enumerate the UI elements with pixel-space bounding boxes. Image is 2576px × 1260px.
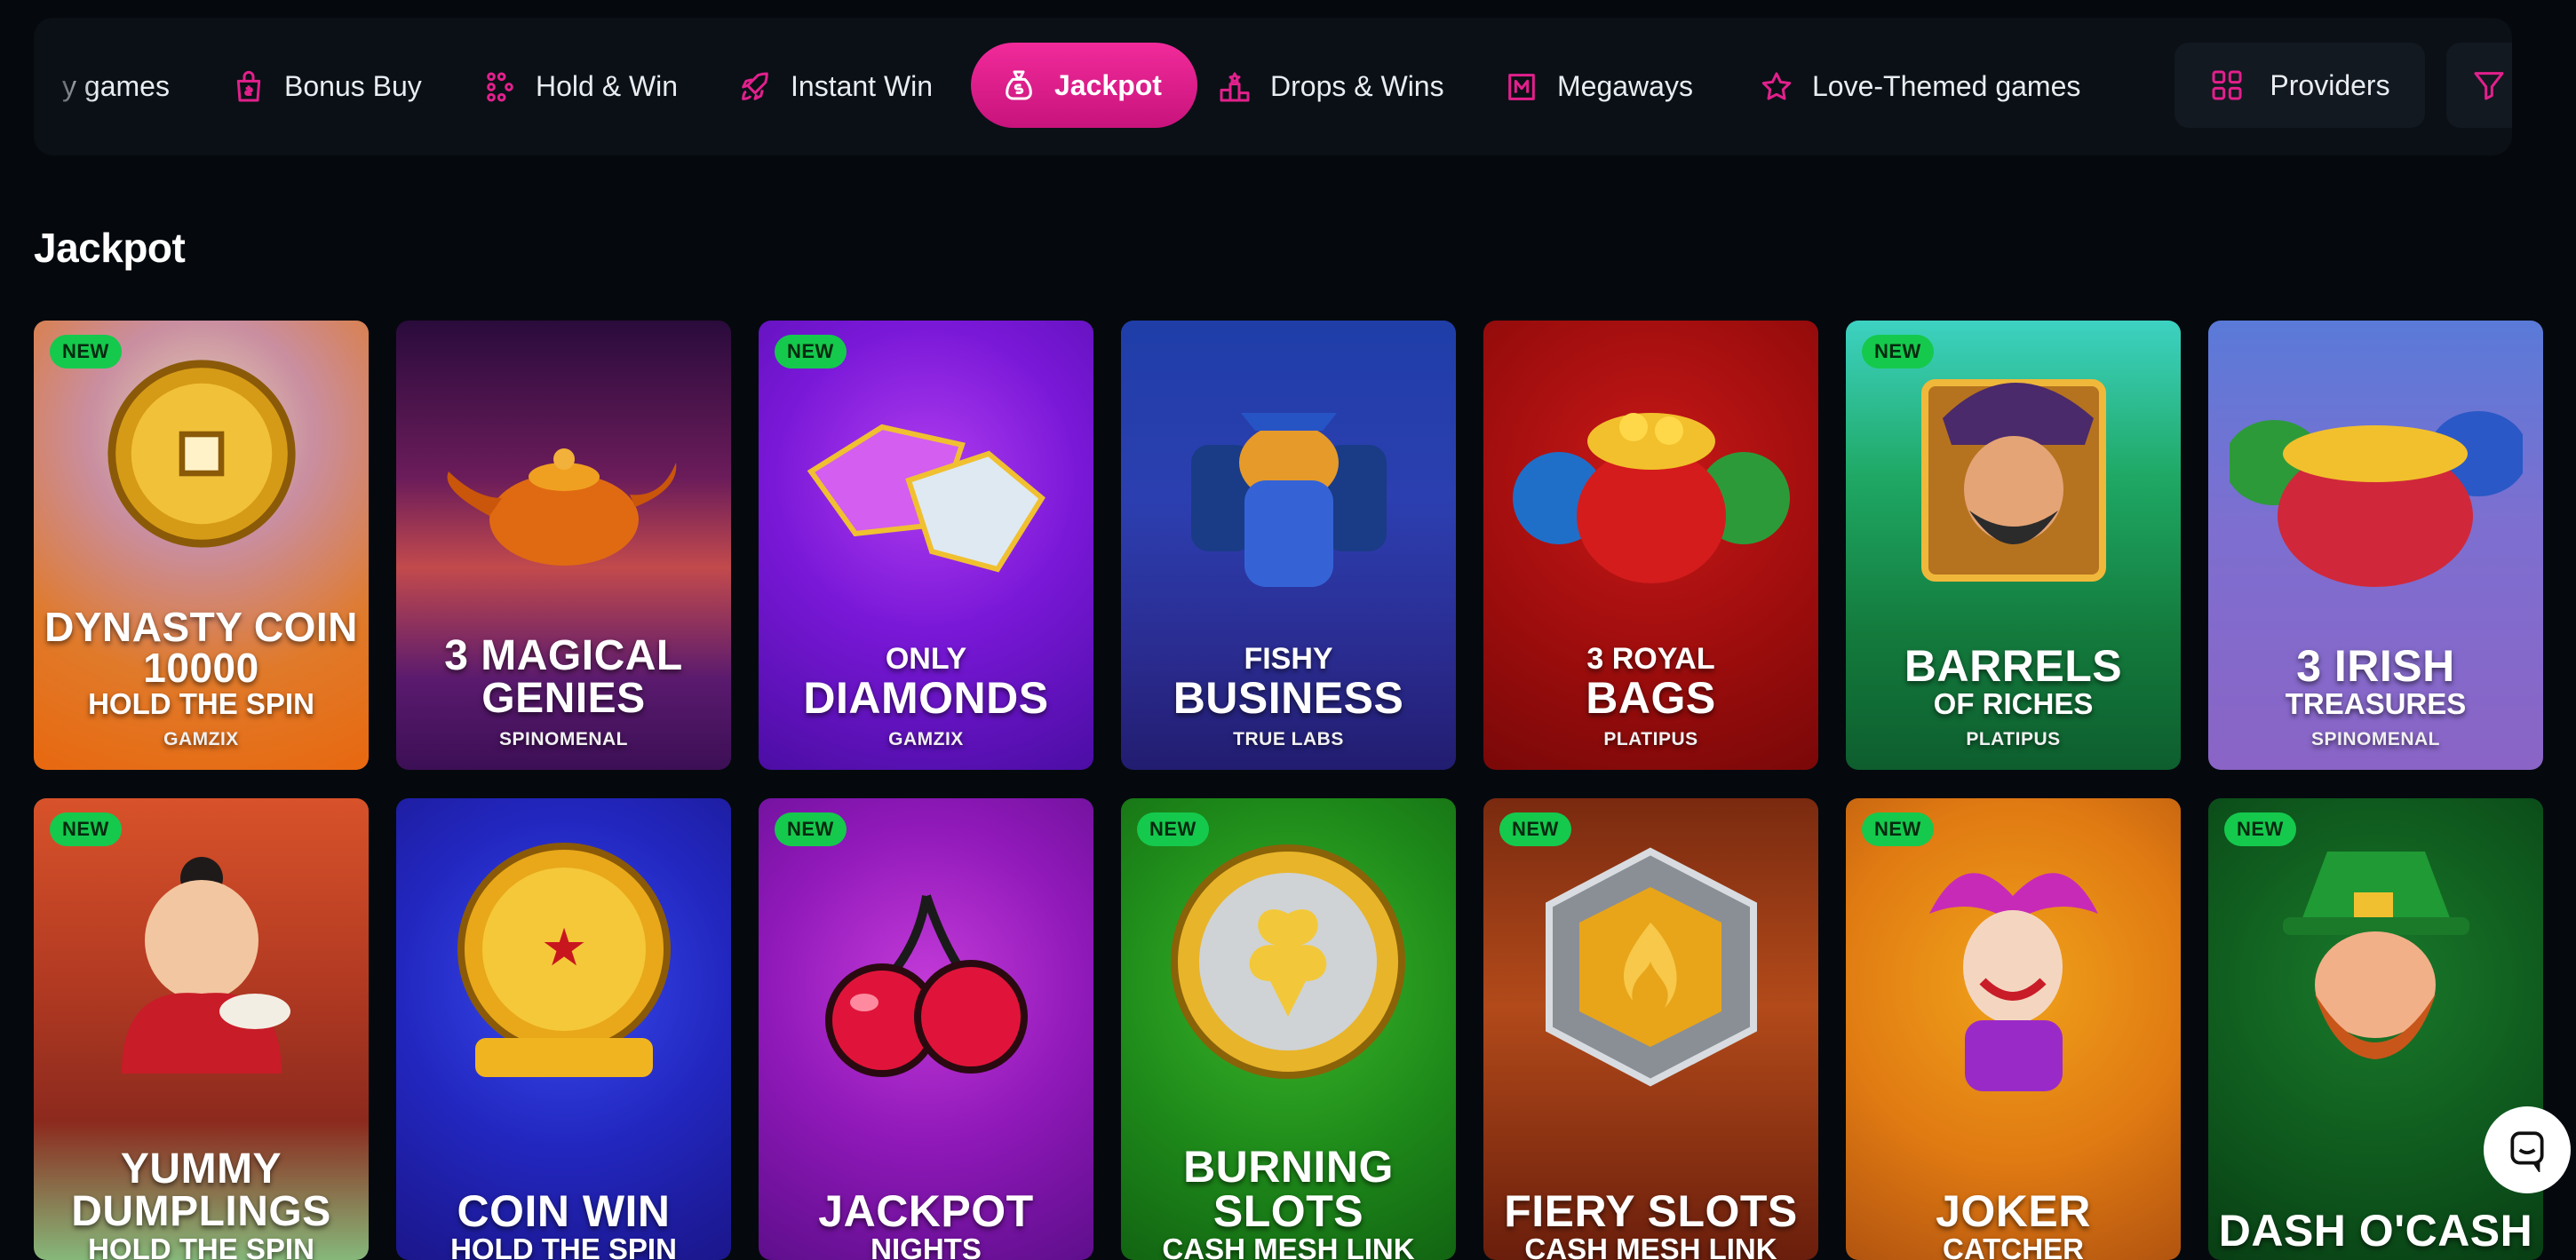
- game-tile-burning-slots[interactable]: NEW BURNING SLOTS CASH MESH LINK: [1121, 798, 1456, 1260]
- category-tab-bonus-buy[interactable]: Bonus Buy: [231, 18, 422, 155]
- category-tab-jackpot[interactable]: Jackpot: [971, 43, 1197, 128]
- game-title: 3 IRISH TREASURES SPINOMENAL: [2285, 640, 2467, 749]
- game-tile-fishy-business[interactable]: FISHY BUSINESS TRUE LABS: [1121, 321, 1456, 770]
- game-art: [1523, 843, 1780, 1091]
- game-tile-joker-catcher[interactable]: NEW JOKER CATCHER: [1846, 798, 2181, 1260]
- game-title: FISHY BUSINESS TRUE LABS: [1173, 642, 1404, 749]
- new-badge: NEW: [1499, 812, 1571, 846]
- new-badge: NEW: [775, 812, 847, 846]
- game-art: [1898, 347, 2129, 587]
- rocket-icon: [737, 69, 773, 105]
- game-title: JACKPOT NIGHTS: [818, 1185, 1034, 1260]
- game-tile-dynasty-coin[interactable]: NEW DYNASTY COIN 10000 HOLD THE SPIN GAM…: [34, 321, 369, 770]
- new-badge: NEW: [775, 335, 847, 368]
- filter-icon: [2474, 72, 2504, 100]
- live-chat-button[interactable]: [2484, 1106, 2571, 1193]
- svg-text:★: ★: [543, 923, 584, 974]
- category-label: Bonus Buy: [284, 70, 422, 102]
- game-art: [2223, 374, 2528, 587]
- filter-button[interactable]: [2446, 43, 2512, 128]
- new-badge: NEW: [1862, 335, 1934, 368]
- category-tab-megaways[interactable]: Megaways: [1504, 18, 1693, 155]
- game-tile-jackpot-nights[interactable]: NEW JACKPOT NIGHTS: [759, 798, 1093, 1260]
- section-title: Jackpot: [34, 225, 186, 271]
- new-badge: NEW: [1862, 812, 1934, 846]
- megaways-icon: [1504, 69, 1539, 105]
- game-art: [1160, 834, 1418, 1091]
- game-art: [1894, 843, 2134, 1091]
- providers-button[interactable]: Providers: [2174, 43, 2425, 128]
- game-title: ONLY DIAMONDS GAMZIX: [803, 642, 1049, 749]
- category-tab-hold-win[interactable]: Hold & Win: [482, 18, 678, 155]
- game-title: COIN WIN HOLD THE SPIN: [450, 1185, 677, 1260]
- game-title: FIERY SLOTS CASH MESH LINK: [1504, 1185, 1798, 1260]
- category-bar: y games Bonus Buy Hold & Win Instant Win…: [34, 18, 2512, 155]
- chat-icon: [2510, 1131, 2544, 1172]
- new-badge: NEW: [1137, 812, 1209, 846]
- game-tile-3-royal-bags[interactable]: 3 ROYAL BAGS PLATIPUS: [1483, 321, 1818, 770]
- category-tab-love-themed[interactable]: Love-Themed games: [1759, 18, 2080, 155]
- game-title: 3 MAGICAL GENIES SPINOMENAL: [444, 632, 683, 750]
- game-title: JOKER CATCHER: [1936, 1185, 2091, 1260]
- gift-bag-icon: [231, 69, 266, 105]
- game-tile-dash-o-cash[interactable]: NEW DASH O'CASH: [2208, 798, 2543, 1260]
- category-label: Drops & Wins: [1270, 70, 1444, 102]
- game-title: DASH O'CASH: [2218, 1206, 2533, 1256]
- game-art: ★: [440, 825, 688, 1091]
- category-label: Instant Win: [791, 70, 934, 102]
- category-label: Megaways: [1557, 70, 1693, 102]
- game-title: YUMMY DUMPLINGS HOLD THE SPIN: [71, 1145, 331, 1260]
- new-badge: NEW: [2224, 812, 2296, 846]
- money-bag-icon: [1001, 67, 1037, 103]
- game-tile-3-irish-treasures[interactable]: 3 IRISH TREASURES SPINOMENAL: [2208, 321, 2543, 770]
- game-title: 3 ROYAL BAGS PLATIPUS: [1586, 642, 1716, 749]
- category-label: Love-Themed games: [1812, 70, 2081, 102]
- game-art: [86, 843, 317, 1074]
- game-art: [1509, 374, 1793, 587]
- scroll-fade: [34, 18, 96, 155]
- grid-icon: [2212, 70, 2242, 100]
- new-badge: NEW: [50, 335, 122, 368]
- star-icon: [1759, 69, 1794, 105]
- game-art: [2256, 843, 2496, 1074]
- podium-icon: [1217, 69, 1252, 105]
- game-title: BURNING SLOTS CASH MESH LINK: [1162, 1141, 1415, 1260]
- game-title: BARRELS OF RICHES PLATIPUS: [1904, 640, 2123, 749]
- game-tile-fiery-slots[interactable]: NEW FIERY SLOTS CASH MESH LINK: [1483, 798, 1818, 1260]
- game-tile-only-diamonds[interactable]: NEW ONLY DIAMONDS GAMZIX: [759, 321, 1093, 770]
- providers-label: Providers: [2270, 68, 2390, 101]
- game-tile-coin-win[interactable]: ★ COIN WIN HOLD THE SPIN: [396, 798, 731, 1260]
- game-title: DYNASTY COIN 10000 HOLD THE SPIN GAMZIX: [44, 603, 358, 749]
- game-art: [431, 409, 697, 587]
- category-label: Hold & Win: [536, 70, 679, 102]
- category-label: Jackpot: [1054, 68, 1162, 101]
- game-art: [104, 356, 299, 551]
- game-art: [793, 400, 1060, 578]
- category-tab-instant-win[interactable]: Instant Win: [737, 18, 933, 155]
- game-art: [1156, 374, 1422, 587]
- game-tile-yummy-dumplings[interactable]: NEW YUMMY DUMPLINGS HOLD THE SPIN: [34, 798, 369, 1260]
- category-tab-drops-wins[interactable]: Drops & Wins: [1217, 18, 1444, 155]
- game-tile-barrels-of-riches[interactable]: NEW BARRELS OF RICHES PLATIPUS: [1846, 321, 2181, 770]
- grid-dots-icon: [482, 69, 518, 105]
- game-tile-3-magical-genies[interactable]: 3 MAGICAL GENIES SPINOMENAL: [396, 321, 731, 770]
- new-badge: NEW: [50, 812, 122, 846]
- game-art: [811, 878, 1042, 1091]
